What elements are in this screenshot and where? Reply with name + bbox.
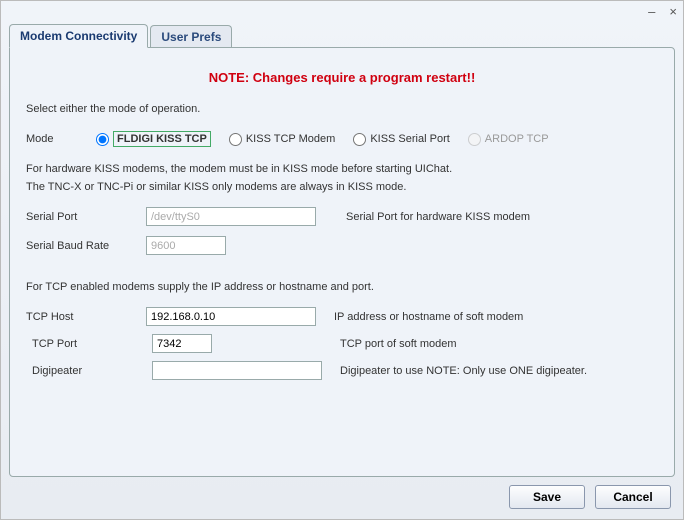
serial-baud-label: Serial Baud Rate <box>26 240 146 252</box>
restart-note: NOTE: Changes require a program restart!… <box>26 70 658 85</box>
radio-fldigi-input[interactable] <box>96 133 109 146</box>
digipeater-label: Digipeater <box>26 365 152 377</box>
cancel-button[interactable]: Cancel <box>595 485 671 509</box>
serial-port-row: Serial Port Serial Port for hardware KIS… <box>26 207 658 226</box>
tab-user-prefs[interactable]: User Prefs <box>150 25 232 48</box>
radio-kiss-tcp-modem[interactable]: KISS TCP Modem <box>229 133 335 146</box>
serial-baud-input <box>146 236 226 255</box>
radio-kiss-serial-port[interactable]: KISS Serial Port <box>353 133 449 146</box>
modem-panel: NOTE: Changes require a program restart!… <box>9 47 675 477</box>
serial-port-label: Serial Port <box>26 211 146 223</box>
serial-baud-row: Serial Baud Rate <box>26 236 658 255</box>
dialog-window: – × Modem Connectivity User Prefs NOTE: … <box>0 0 684 520</box>
tcp-port-label: TCP Port <box>26 338 152 350</box>
save-button[interactable]: Save <box>509 485 585 509</box>
radio-kisstcp-label: KISS TCP Modem <box>246 133 335 145</box>
tcp-port-input[interactable] <box>152 334 212 353</box>
tcp-host-row: TCP Host IP address or hostname of soft … <box>26 307 658 326</box>
tab-modem-connectivity[interactable]: Modem Connectivity <box>9 24 148 48</box>
intro-text: Select either the mode of operation. <box>26 103 658 115</box>
serial-port-hint: Serial Port for hardware KISS modem <box>346 211 530 223</box>
serial-port-input <box>146 207 316 226</box>
kiss-info-2: The TNC-X or TNC-Pi or similar KISS only… <box>26 181 658 193</box>
digipeater-input[interactable] <box>152 361 322 380</box>
dialog-buttons: Save Cancel <box>509 485 671 509</box>
mode-row: Mode FLDIGI KISS TCP KISS TCP Modem KISS… <box>26 131 658 147</box>
mode-label: Mode <box>26 133 96 145</box>
mode-radio-group: FLDIGI KISS TCP KISS TCP Modem KISS Seri… <box>96 131 549 147</box>
kiss-info-1: For hardware KISS modems, the modem must… <box>26 163 658 175</box>
radio-ardop-label: ARDOP TCP <box>485 133 549 145</box>
close-icon[interactable]: × <box>669 6 677 18</box>
tcp-port-hint: TCP port of soft modem <box>340 338 457 350</box>
tcp-host-label: TCP Host <box>26 311 146 323</box>
tab-strip: Modem Connectivity User Prefs <box>1 23 683 47</box>
radio-fldigi-kiss-tcp[interactable]: FLDIGI KISS TCP <box>96 131 211 147</box>
radio-ardop-tcp: ARDOP TCP <box>468 133 549 146</box>
radio-kisstcp-input[interactable] <box>229 133 242 146</box>
minimize-icon[interactable]: – <box>648 6 655 18</box>
radio-ardop-input <box>468 133 481 146</box>
radio-fldigi-label: FLDIGI KISS TCP <box>113 131 211 147</box>
radio-kisserial-label: KISS Serial Port <box>370 133 449 145</box>
titlebar: – × <box>1 1 683 21</box>
tcp-host-hint: IP address or hostname of soft modem <box>334 311 523 323</box>
tcp-port-row: TCP Port TCP port of soft modem <box>26 334 658 353</box>
tcp-host-input[interactable] <box>146 307 316 326</box>
radio-kisserial-input[interactable] <box>353 133 366 146</box>
digipeater-row: Digipeater Digipeater to use NOTE: Only … <box>26 361 658 380</box>
digipeater-hint: Digipeater to use NOTE: Only use ONE dig… <box>340 365 587 377</box>
tcp-info: For TCP enabled modems supply the IP add… <box>26 281 658 293</box>
